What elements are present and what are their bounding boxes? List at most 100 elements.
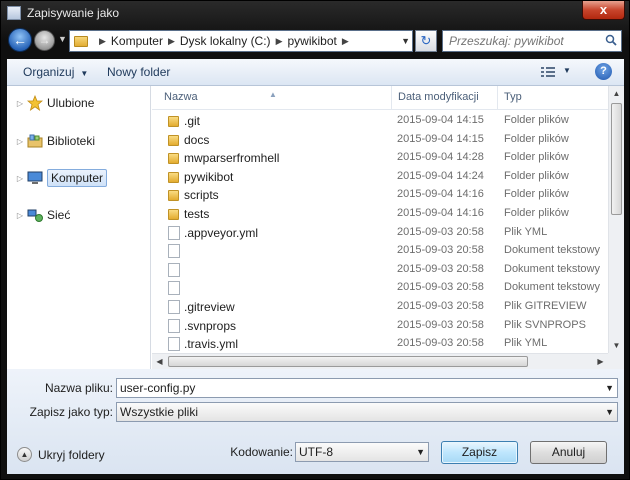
breadcrumb-folder[interactable]: pywikibot (287, 34, 336, 48)
column-header-date[interactable]: Data modyfikacji (392, 86, 498, 110)
file-icon (168, 281, 180, 296)
search-input[interactable] (443, 31, 593, 51)
hide-folders-button[interactable]: ▲ Ukryj foldery (17, 447, 105, 462)
forward-button[interactable]: → (34, 30, 55, 51)
file-row[interactable]: 2015-09-03 20:58 Dokument tekstowy (152, 242, 608, 260)
cancel-button[interactable]: Anuluj (530, 441, 607, 464)
view-options-icon[interactable] (541, 66, 555, 78)
breadcrumb-separator[interactable]: ▶ (276, 36, 283, 47)
chevron-down-icon: ▼ (80, 69, 89, 78)
search-icon[interactable] (605, 34, 617, 46)
file-row[interactable]: scripts 2015-09-04 14:16 Folder plików (152, 186, 608, 204)
file-date: 2015-09-03 20:58 (397, 225, 484, 238)
file-row[interactable]: pywikibot 2015-09-04 14:24 Folder plików (152, 168, 608, 186)
file-name: scripts (184, 188, 219, 203)
expand-icon[interactable]: ▷ (13, 211, 27, 220)
scrollbar-thumb[interactable] (168, 356, 528, 367)
breadcrumb-drive[interactable]: Dysk lokalny (C:) (180, 34, 271, 48)
scrollbar-corner (608, 353, 624, 369)
expand-icon[interactable]: ▷ (13, 174, 27, 183)
file-row[interactable]: 2015-09-03 20:58 Dokument tekstowy (152, 279, 608, 297)
file-name: .git (184, 114, 201, 128)
breadcrumb-separator[interactable]: ▶ (99, 36, 106, 47)
organize-label: Organizuj (23, 65, 75, 79)
scroll-left-icon[interactable]: ◀ (152, 354, 167, 369)
file-icon (168, 225, 180, 240)
folder-icon (168, 190, 179, 202)
file-name: pywikibot (184, 169, 234, 184)
sidebar-item-network[interactable]: ▷ Sieć (7, 205, 150, 225)
sidebar-item-label: Ulubione (47, 96, 95, 110)
scroll-up-icon[interactable]: ▲ (609, 86, 624, 101)
chevron-down-icon[interactable]: ▼ (605, 383, 614, 393)
folder-icon (168, 171, 179, 183)
scroll-down-icon[interactable]: ▼ (609, 338, 624, 353)
library-icon (27, 134, 43, 148)
file-type: Dokument tekstowy (504, 281, 600, 294)
column-header-row: Nazwa ▲ Data modyfikacji Typ (152, 86, 608, 110)
close-button[interactable]: x (582, 1, 625, 20)
sidebar-item-libraries[interactable]: ▷ Biblioteki (7, 131, 150, 151)
file-icon (168, 244, 180, 259)
file-type: Folder plików (504, 169, 569, 182)
scrollbar-thumb[interactable] (611, 103, 622, 215)
file-date: 2015-09-04 14:28 (397, 151, 484, 164)
file-type: Plik YML (504, 337, 548, 350)
file-row[interactable]: mwparserfromhell 2015-09-04 14:28 Folder… (152, 149, 608, 167)
file-type: Plik GITREVIEW (504, 300, 587, 312)
file-date: 2015-09-04 14:24 (397, 169, 484, 182)
file-type: Folder plików (504, 114, 569, 126)
search-box[interactable] (442, 30, 622, 52)
encoding-select[interactable]: UTF-8 ▼ (295, 442, 429, 462)
vertical-scrollbar[interactable]: ▲ ▼ (608, 86, 624, 353)
file-date: 2015-09-03 20:58 (397, 337, 484, 350)
filetype-label: Zapisz jako typ: (29, 405, 113, 419)
file-name: mwparserfromhell (184, 151, 280, 166)
file-row[interactable]: .travis.yml 2015-09-03 20:58 Plik YML (152, 335, 608, 353)
breadcrumb-computer[interactable]: Komputer (111, 34, 163, 48)
back-button[interactable]: ← (8, 28, 32, 52)
file-date: 2015-09-03 20:58 (397, 244, 484, 257)
file-row[interactable]: 2015-09-03 20:58 Dokument tekstowy (152, 261, 608, 279)
expand-icon[interactable]: ▷ (13, 99, 27, 108)
column-header-name[interactable]: Nazwa ▲ (152, 86, 392, 110)
scroll-right-icon[interactable]: ▶ (593, 354, 608, 369)
breadcrumb-separator[interactable]: ▶ (342, 36, 349, 47)
filetype-value: Wszystkie pliki (120, 405, 199, 419)
column-header-type[interactable]: Typ (498, 86, 608, 110)
file-row[interactable]: docs 2015-09-04 14:15 Folder plików (152, 131, 608, 149)
command-bar: Organizuj ▼ Nowy folder ▼ ? (7, 59, 624, 86)
file-row[interactable]: .git 2015-09-04 14:15 Folder plików (152, 112, 608, 130)
title-bar: Zapisywanie jako x (1, 1, 629, 25)
file-row[interactable]: .appveyor.yml 2015-09-03 20:58 Plik YML (152, 224, 608, 242)
horizontal-scrollbar[interactable]: ◀ ▶ (152, 353, 608, 369)
save-button[interactable]: Zapisz (441, 441, 518, 464)
file-name: .travis.yml (184, 337, 238, 352)
file-name: .svnprops (184, 318, 237, 333)
file-type: Folder plików (504, 132, 569, 145)
file-row[interactable]: .gitreview 2015-09-03 20:58 Plik GITREVI… (152, 298, 608, 316)
expand-icon[interactable]: ▷ (13, 137, 27, 146)
file-row[interactable]: .svnprops 2015-09-03 20:58 Plik SVNPROPS (152, 317, 608, 335)
history-dropdown-icon[interactable]: ▼ (58, 34, 67, 44)
address-dropdown-icon[interactable]: ▼ (401, 36, 410, 46)
filename-field[interactable]: ▼ (116, 378, 618, 398)
file-date: 2015-09-04 14:15 (397, 114, 484, 126)
refresh-button[interactable]: ↻ (415, 30, 437, 52)
organize-button[interactable]: Organizuj ▼ (23, 65, 88, 79)
sidebar-item-computer[interactable]: ▷ Komputer (7, 168, 150, 188)
collapse-icon: ▲ (17, 447, 32, 462)
sidebar-item-favorites[interactable]: ▷ Ulubione (7, 93, 150, 113)
breadcrumb-separator[interactable]: ▶ (168, 36, 175, 47)
filename-input[interactable] (117, 379, 617, 397)
file-date: 2015-09-03 20:58 (397, 318, 484, 331)
file-row[interactable]: tests 2015-09-04 14:16 Folder plików (152, 205, 608, 223)
address-bar[interactable]: ▶ Komputer ▶ Dysk lokalny (C:) ▶ pywikib… (69, 30, 413, 52)
file-date: 2015-09-04 14:15 (397, 132, 484, 145)
view-dropdown-icon[interactable]: ▼ (563, 66, 571, 75)
help-icon[interactable]: ? (595, 63, 612, 80)
file-type: Dokument tekstowy (504, 244, 600, 257)
new-folder-button[interactable]: Nowy folder (107, 65, 170, 79)
save-as-dialog: Zapisywanie jako x ← → ▼ ▶ Komputer ▶ Dy… (0, 0, 630, 480)
filetype-select[interactable]: Wszystkie pliki ▼ (116, 402, 618, 422)
